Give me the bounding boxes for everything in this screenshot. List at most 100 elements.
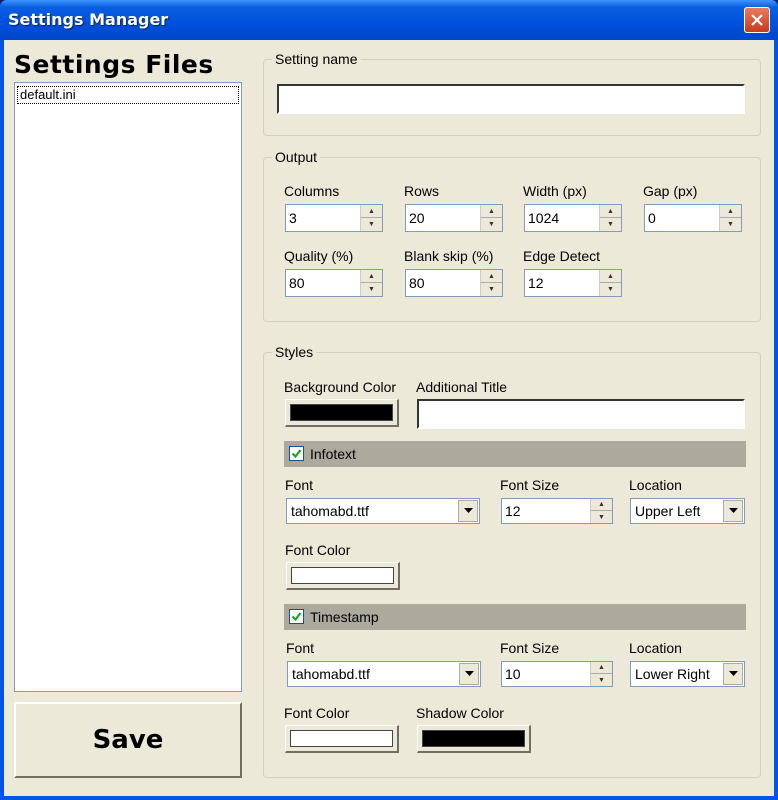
timestamp-font-select[interactable]: tahomabd.ttf bbox=[287, 661, 481, 687]
styles-legend: Styles bbox=[272, 343, 317, 361]
timestamp-shadow-color-button[interactable] bbox=[417, 725, 531, 753]
save-button[interactable]: Save bbox=[14, 702, 242, 778]
background-color-swatch bbox=[290, 404, 393, 421]
width-stepper[interactable]: 1024 ▲ ▼ bbox=[524, 204, 622, 232]
list-item[interactable]: default.ini bbox=[17, 86, 239, 104]
timestamp-label: Timestamp bbox=[310, 609, 379, 625]
columns-stepper[interactable]: 3 ▲ ▼ bbox=[285, 204, 383, 232]
spin-up-button[interactable]: ▲ bbox=[361, 270, 382, 283]
infotext-location-label: Location bbox=[629, 477, 682, 493]
blank-skip-stepper[interactable]: 80 ▲ ▼ bbox=[405, 269, 503, 297]
spin-up-button[interactable]: ▲ bbox=[720, 205, 741, 218]
background-color-label: Background Color bbox=[284, 379, 397, 395]
infotext-font-size-stepper[interactable]: 12 ▲ ▼ bbox=[501, 498, 613, 524]
spin-up-button[interactable]: ▲ bbox=[481, 270, 502, 283]
settings-manager-window: Settings Manager Settings Files default.… bbox=[0, 0, 778, 800]
dropdown-button[interactable] bbox=[459, 663, 479, 685]
columns-value: 3 bbox=[289, 210, 297, 226]
infotext-checkbox[interactable] bbox=[289, 446, 304, 461]
spin-down-button[interactable]: ▼ bbox=[361, 218, 382, 231]
timestamp-section-bar: Timestamp bbox=[284, 604, 746, 630]
blank-skip-label: Blank skip (%) bbox=[404, 248, 494, 264]
infotext-font-size-value: 12 bbox=[505, 503, 521, 519]
checkmark-icon bbox=[291, 449, 302, 459]
output-legend: Output bbox=[272, 148, 321, 166]
spin-down-button[interactable]: ▼ bbox=[600, 283, 621, 296]
setting-name-input[interactable] bbox=[277, 84, 745, 114]
timestamp-font-size-value: 10 bbox=[505, 666, 521, 682]
infotext-font-select[interactable]: tahomabd.ttf bbox=[286, 498, 480, 524]
dropdown-button[interactable] bbox=[458, 500, 478, 522]
additional-title-input[interactable] bbox=[417, 399, 745, 429]
gap-value: 0 bbox=[648, 210, 656, 226]
spin-up-button[interactable]: ▲ bbox=[600, 205, 621, 218]
edge-detect-stepper[interactable]: 12 ▲ ▼ bbox=[524, 269, 622, 297]
timestamp-location-value: Lower Right bbox=[635, 666, 710, 682]
gap-label: Gap (px) bbox=[643, 183, 698, 199]
infotext-location-select[interactable]: Upper Left bbox=[630, 498, 745, 524]
spin-down-button[interactable]: ▼ bbox=[361, 283, 382, 296]
setting-name-group: Setting name bbox=[263, 50, 761, 136]
chevron-down-icon bbox=[464, 671, 474, 676]
chevron-down-icon bbox=[728, 671, 738, 676]
spin-up-button[interactable]: ▲ bbox=[600, 270, 621, 283]
spin-up-button[interactable]: ▲ bbox=[591, 662, 612, 674]
rows-label: Rows bbox=[404, 183, 440, 199]
infotext-font-color-button[interactable] bbox=[286, 562, 400, 590]
timestamp-font-value: tahomabd.ttf bbox=[292, 666, 370, 682]
columns-label: Columns bbox=[284, 183, 340, 199]
title-bar[interactable]: Settings Manager bbox=[0, 0, 778, 40]
spin-up-button[interactable]: ▲ bbox=[361, 205, 382, 218]
blank-skip-value: 80 bbox=[409, 275, 425, 291]
timestamp-checkbox[interactable] bbox=[289, 609, 304, 624]
rows-value: 20 bbox=[409, 210, 425, 226]
timestamp-location-label: Location bbox=[629, 640, 682, 656]
close-button[interactable] bbox=[744, 7, 770, 33]
setting-name-legend: Setting name bbox=[272, 50, 361, 68]
timestamp-font-color-button[interactable] bbox=[285, 725, 399, 753]
quality-stepper[interactable]: 80 ▲ ▼ bbox=[285, 269, 383, 297]
rows-stepper[interactable]: 20 ▲ ▼ bbox=[405, 204, 503, 232]
infotext-font-color-swatch bbox=[291, 567, 394, 584]
quality-value: 80 bbox=[289, 275, 305, 291]
dropdown-button[interactable] bbox=[723, 663, 743, 685]
close-icon bbox=[751, 14, 763, 26]
timestamp-font-label: Font bbox=[286, 640, 315, 656]
background-color-button[interactable] bbox=[285, 399, 399, 427]
infotext-font-color-label: Font Color bbox=[285, 542, 351, 558]
timestamp-font-size-stepper[interactable]: 10 ▲ ▼ bbox=[501, 661, 613, 687]
edge-detect-value: 12 bbox=[528, 275, 544, 291]
quality-label: Quality (%) bbox=[284, 248, 354, 264]
timestamp-shadow-color-swatch bbox=[422, 730, 525, 747]
infotext-font-size-label: Font Size bbox=[500, 477, 560, 493]
checkmark-icon bbox=[291, 612, 302, 622]
styles-group: Styles Background Color Additional Title… bbox=[263, 343, 761, 778]
width-value: 1024 bbox=[528, 210, 560, 226]
spin-down-button[interactable]: ▼ bbox=[481, 283, 502, 296]
settings-files-list[interactable]: default.ini bbox=[14, 82, 242, 692]
timestamp-font-color-swatch bbox=[290, 730, 393, 747]
infotext-location-value: Upper Left bbox=[635, 503, 701, 519]
spin-down-button[interactable]: ▼ bbox=[481, 218, 502, 231]
width-label: Width (px) bbox=[523, 183, 587, 199]
window-title: Settings Manager bbox=[8, 10, 169, 29]
gap-stepper[interactable]: 0 ▲ ▼ bbox=[644, 204, 742, 232]
timestamp-shadow-color-label: Shadow Color bbox=[416, 705, 504, 721]
chevron-down-icon bbox=[728, 508, 738, 513]
output-group: Output Columns 3 ▲ ▼ Rows 20 ▲ ▼ Width (px… bbox=[263, 148, 761, 322]
settings-files-heading: Settings Files bbox=[14, 50, 214, 79]
timestamp-font-size-label: Font Size bbox=[500, 640, 560, 656]
spin-down-button[interactable]: ▼ bbox=[720, 218, 741, 231]
spin-up-button[interactable]: ▲ bbox=[591, 499, 612, 511]
timestamp-location-select[interactable]: Lower Right bbox=[630, 661, 745, 687]
client-area: Settings Files default.ini Save Setting … bbox=[4, 40, 774, 796]
spin-up-button[interactable]: ▲ bbox=[481, 205, 502, 218]
spin-down-button[interactable]: ▼ bbox=[591, 511, 612, 523]
timestamp-font-color-label: Font Color bbox=[284, 705, 350, 721]
spin-down-button[interactable]: ▼ bbox=[600, 218, 621, 231]
chevron-down-icon bbox=[463, 508, 473, 513]
additional-title-label: Additional Title bbox=[416, 379, 508, 395]
infotext-font-label: Font bbox=[285, 477, 314, 493]
dropdown-button[interactable] bbox=[723, 500, 743, 522]
spin-down-button[interactable]: ▼ bbox=[591, 674, 612, 686]
